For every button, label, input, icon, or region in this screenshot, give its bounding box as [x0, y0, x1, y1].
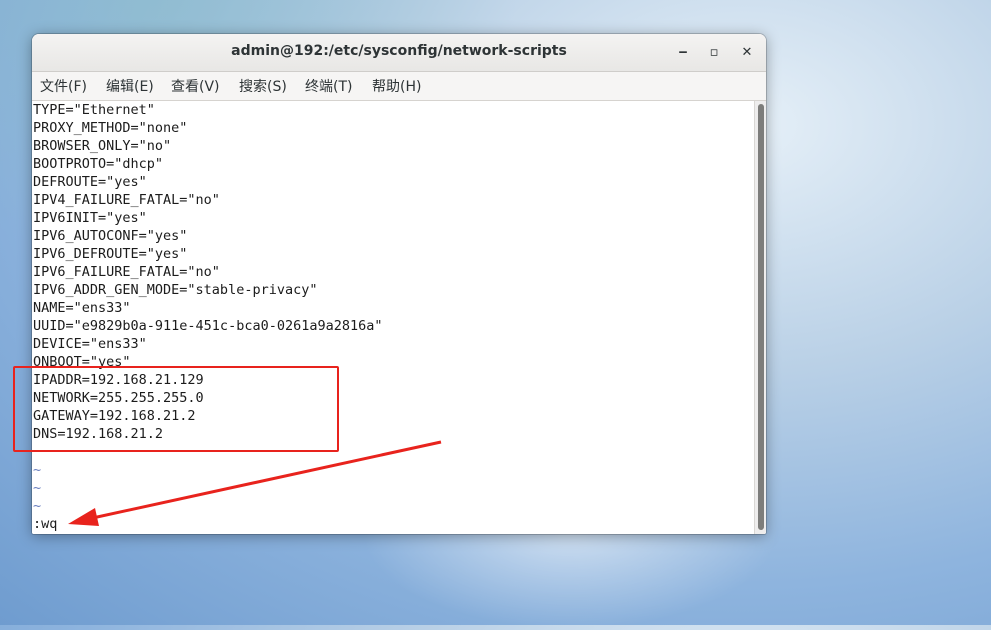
menu-edit[interactable]: 编辑(E) — [104, 76, 156, 96]
menu-terminal[interactable]: 终端(T) — [303, 76, 354, 96]
minimize-button[interactable]: ‒ — [673, 43, 693, 63]
config-line-ipaddr: IPADDR=192.168.21.129 — [33, 372, 204, 388]
config-line: PROXY_METHOD="none" — [33, 120, 188, 136]
menu-file[interactable]: 文件(F) — [38, 76, 89, 96]
maximize-button[interactable]: ▫ — [704, 43, 724, 63]
empty-line-tilde: ~ — [33, 480, 42, 496]
window-title: admin@192:/etc/sysconfig/network-scripts — [231, 43, 567, 59]
config-line: ONBOOT="yes" — [33, 354, 131, 370]
empty-line-tilde: ~ — [33, 498, 42, 514]
config-line-netmask: NETWORK=255.255.255.0 — [33, 390, 204, 406]
menu-help[interactable]: 帮助(H) — [370, 76, 423, 96]
config-line-gateway: GATEWAY=192.168.21.2 — [33, 408, 196, 424]
config-line: BOOTPROTO="dhcp" — [33, 156, 164, 172]
config-line: BROWSER_ONLY="no" — [33, 138, 172, 154]
vertical-scrollbar[interactable] — [754, 101, 766, 534]
config-line: DEFROUTE="yes" — [33, 174, 147, 190]
terminal-text-area[interactable]: TYPE="Ethernet" PROXY_METHOD="none" BROW… — [32, 101, 754, 534]
menu-search[interactable]: 搜索(S) — [237, 76, 289, 96]
config-line: IPV6INIT="yes" — [33, 210, 147, 226]
config-line: IPV4_FAILURE_FATAL="no" — [33, 192, 220, 208]
title-bar[interactable]: admin@192:/etc/sysconfig/network-scripts… — [32, 34, 766, 72]
menu-view[interactable]: 查看(V) — [169, 76, 222, 96]
menu-bar: 文件(F) 编辑(E) 查看(V) 搜索(S) 终端(T) 帮助(H) — [32, 72, 766, 101]
config-line: DEVICE="ens33" — [33, 336, 147, 352]
config-line-dns: DNS=192.168.21.2 — [33, 426, 164, 442]
config-line: IPV6_FAILURE_FATAL="no" — [33, 264, 220, 280]
terminal-window: admin@192:/etc/sysconfig/network-scripts… — [32, 34, 766, 534]
config-line: TYPE="Ethernet" — [33, 102, 155, 118]
vim-command-line: :wq — [33, 516, 58, 532]
close-button[interactable]: ✕ — [737, 43, 757, 63]
config-line: NAME="ens33" — [33, 300, 131, 316]
config-line: UUID="e9829b0a-911e-451c-bca0-0261a9a281… — [33, 318, 383, 334]
config-line: IPV6_DEFROUTE="yes" — [33, 246, 188, 262]
scrollbar-thumb[interactable] — [758, 104, 764, 530]
empty-line-tilde: ~ — [33, 462, 42, 478]
config-line: IPV6_ADDR_GEN_MODE="stable-privacy" — [33, 282, 318, 298]
config-line: IPV6_AUTOCONF="yes" — [33, 228, 188, 244]
